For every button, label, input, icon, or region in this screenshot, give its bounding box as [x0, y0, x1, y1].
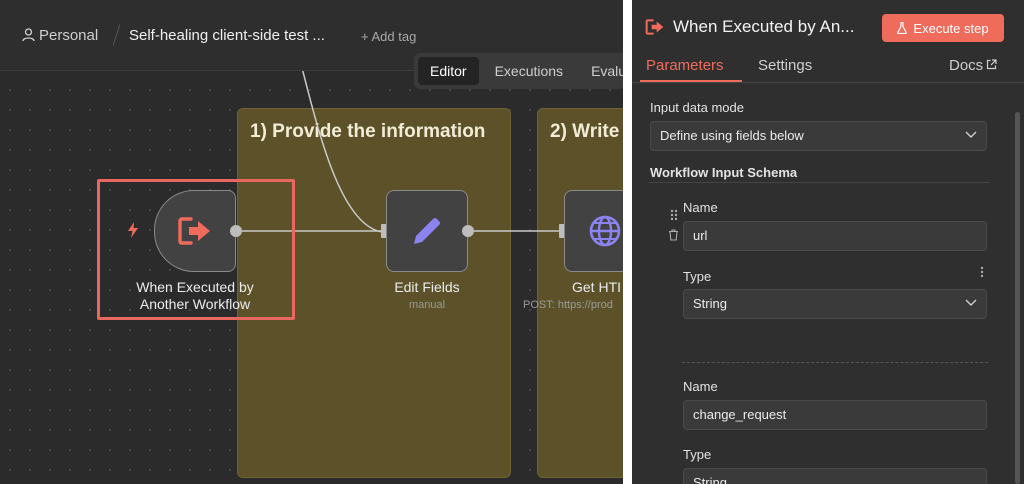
- tab-settings[interactable]: Settings: [758, 57, 812, 74]
- tab-parameters[interactable]: Parameters: [646, 57, 724, 74]
- field-type-value: String: [693, 296, 727, 311]
- lightning-icon: [128, 222, 138, 238]
- field-type-label: Type: [683, 269, 712, 284]
- field-type-select[interactable]: String: [683, 468, 987, 484]
- user-icon: [22, 28, 35, 42]
- field-name-input[interactable]: change_request: [683, 400, 987, 430]
- execute-step-button[interactable]: Execute step: [882, 14, 1004, 42]
- more-options-icon[interactable]: [980, 266, 984, 278]
- workflow-canvas[interactable]: 1) Provide the information 2) Write Pers…: [0, 0, 623, 484]
- flask-icon: [897, 22, 908, 34]
- view-tabs: Editor Executions Evalu: [414, 53, 623, 89]
- tab-evaluations[interactable]: Evalu: [579, 57, 623, 85]
- external-link-icon: [987, 59, 997, 70]
- output-handle[interactable]: [462, 225, 474, 237]
- docs-link[interactable]: Docs: [949, 57, 997, 74]
- field-type-label: Type: [683, 447, 712, 462]
- tab-executions[interactable]: Executions: [483, 57, 575, 85]
- field-type-select[interactable]: String: [683, 289, 987, 319]
- chevron-down-icon: [965, 299, 977, 306]
- breadcrumb-separator: [112, 24, 121, 46]
- node-edit-fields[interactable]: [386, 190, 468, 272]
- pencil-icon: [414, 218, 440, 244]
- breadcrumb-project[interactable]: Personal: [22, 27, 98, 44]
- parameters-form: Input data mode Define using fields belo…: [632, 84, 1024, 484]
- node-label: When Executed by Another Workflow: [136, 279, 254, 312]
- node-details-panel: When Executed by An... Execute step Para…: [632, 0, 1024, 484]
- field-separator: [682, 362, 988, 363]
- sticky-note-title: 1) Provide the information: [250, 121, 486, 142]
- workflow-input-schema-label: Workflow Input Schema: [650, 165, 798, 180]
- chevron-down-icon: [965, 131, 977, 138]
- field-type-value: String: [693, 475, 727, 484]
- execute-step-label: Execute step: [913, 20, 989, 36]
- node-details-header: When Executed by An... Execute step Para…: [632, 0, 1024, 83]
- node-execute-workflow-trigger[interactable]: [154, 190, 236, 272]
- field-name-label: Name: [683, 379, 718, 394]
- tab-editor[interactable]: Editor: [418, 57, 479, 85]
- field-name-input[interactable]: url: [683, 221, 987, 251]
- field-name-label: Name: [683, 200, 718, 215]
- active-tab-indicator: [640, 80, 742, 82]
- add-tag-button[interactable]: + Add tag: [361, 29, 416, 44]
- panel-divider: [623, 0, 632, 484]
- sign-out-icon: [645, 19, 664, 35]
- input-data-mode-value: Define using fields below: [660, 128, 804, 143]
- node-subtitle: manual: [408, 299, 446, 311]
- breadcrumb-project-label: Personal: [39, 27, 99, 44]
- globe-icon: [589, 215, 621, 247]
- trash-icon[interactable]: [668, 229, 679, 241]
- node-title[interactable]: When Executed by An...: [673, 17, 854, 37]
- node-subtitle: POST: https://prod: [523, 299, 613, 311]
- scrollbar[interactable]: [1015, 112, 1020, 484]
- divider: [649, 182, 989, 183]
- input-data-mode-select[interactable]: Define using fields below: [650, 121, 987, 151]
- sticky-note-title: 2) Write: [550, 121, 620, 142]
- node-label: Get HTI: [572, 279, 622, 295]
- drag-handle-icon[interactable]: [670, 209, 678, 221]
- docs-link-label: Docs: [949, 57, 984, 74]
- node-http-request[interactable]: [564, 190, 623, 272]
- sign-out-icon: [178, 217, 210, 245]
- input-data-mode-label: Input data mode: [650, 100, 744, 115]
- breadcrumb-workflow-name[interactable]: Self-healing client-side test ...: [129, 27, 325, 44]
- output-handle[interactable]: [230, 225, 242, 237]
- node-label: Edit Fields: [394, 279, 460, 295]
